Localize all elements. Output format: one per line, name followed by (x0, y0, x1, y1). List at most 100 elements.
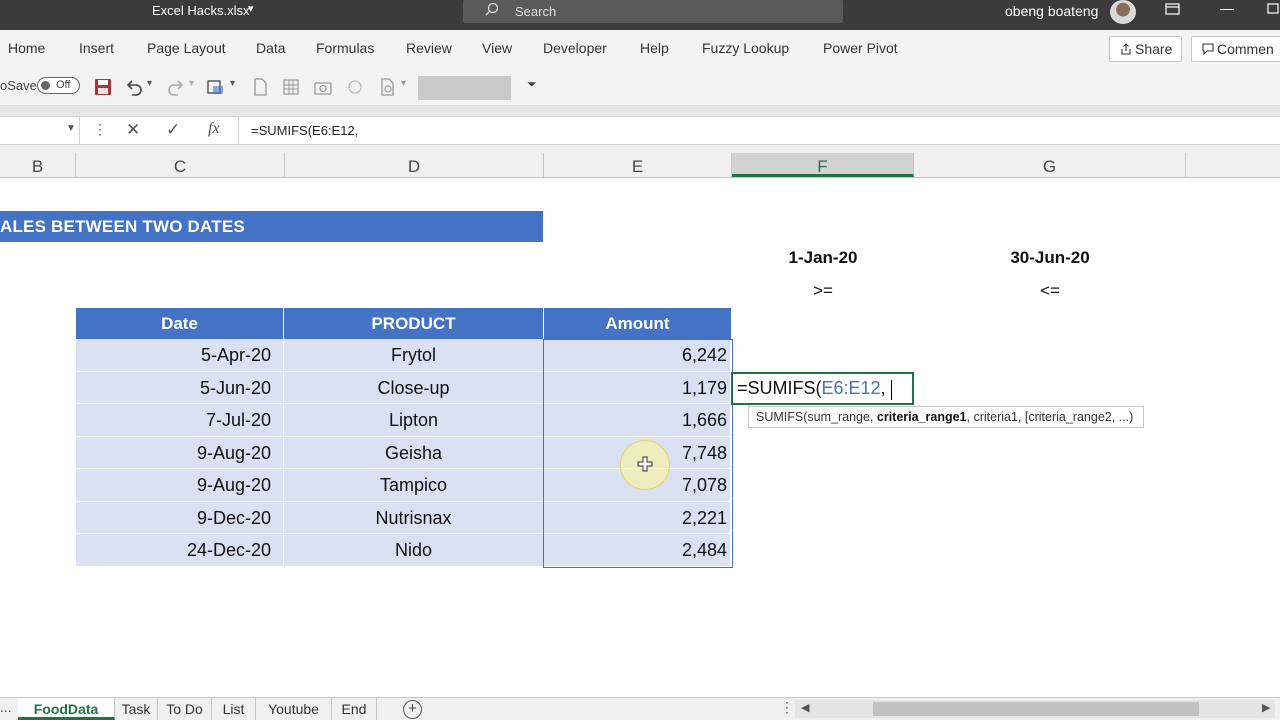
function-argument-tooltip[interactable]: SUMIFS(sum_range, criteria_range1, crite… (748, 406, 1144, 428)
document-icon[interactable] (250, 77, 270, 97)
table-icon[interactable] (281, 77, 301, 97)
workbook-title[interactable]: Excel Hacks.xlsx (152, 3, 250, 18)
column-header-b[interactable]: B (0, 153, 76, 177)
date-cell[interactable]: 5-Jun-20 (76, 371, 284, 404)
date-cell[interactable]: 9-Dec-20 (76, 501, 284, 534)
product-cell[interactable]: Frytol (284, 339, 544, 372)
column-header-d[interactable]: D (285, 153, 544, 177)
end-operator-cell[interactable]: <= (914, 281, 1186, 301)
shapes-icon[interactable] (345, 77, 365, 97)
start-operator-cell[interactable]: >= (732, 281, 914, 301)
autosave-toggle[interactable]: Off (37, 77, 80, 94)
chevron-down-icon[interactable]: ▼ (66, 123, 76, 134)
ribbon-display-icon[interactable] (1165, 2, 1181, 19)
date-cell[interactable]: 24-Dec-20 (76, 534, 284, 567)
end-date-cell[interactable]: 30-Jun-20 (914, 248, 1186, 268)
scroll-left-icon[interactable]: ◀ (801, 701, 809, 714)
tab-view[interactable]: View (482, 40, 512, 56)
product-cell[interactable]: Nido (284, 534, 544, 567)
amount-cell[interactable]: 2,484 (544, 534, 731, 567)
formula-bar-gap (0, 145, 1280, 153)
active-cell-editor[interactable]: =SUMIFS(E6:E12, (731, 372, 914, 405)
more-options-icon[interactable]: ⋮ (780, 699, 794, 716)
scroll-right-icon[interactable]: ▶ (1262, 701, 1270, 714)
undo-dropdown-icon[interactable]: ▾ (147, 78, 152, 89)
product-cell[interactable]: Tampico (284, 469, 544, 502)
column-header-f[interactable]: F (732, 153, 914, 177)
sheet-tab-list[interactable]: List (212, 698, 256, 720)
tab-formulas[interactable]: Formulas (316, 40, 374, 56)
column-header-g[interactable]: G (914, 153, 1186, 177)
user-name[interactable]: obeng boateng (1005, 3, 1098, 19)
maximize-icon[interactable] (1266, 2, 1280, 19)
borders-icon[interactable] (205, 77, 225, 97)
product-cell[interactable]: Nutrisnax (284, 501, 544, 534)
tab-fuzzy-lookup[interactable]: Fuzzy Lookup (702, 40, 789, 56)
column-headers: B C D E F G (0, 153, 1280, 178)
product-cell[interactable]: Geisha (284, 436, 544, 469)
sheet-tab-todo[interactable]: To Do (158, 698, 212, 720)
share-button[interactable]: Share (1109, 36, 1182, 62)
date-cell[interactable]: 9-Aug-20 (76, 436, 284, 469)
undo-icon[interactable] (124, 77, 144, 97)
print-dropdown-icon[interactable]: ▾ (401, 78, 406, 89)
tab-help[interactable]: Help (640, 40, 669, 56)
sheet-tab-youtube[interactable]: Youtube (256, 698, 332, 720)
column-header-h[interactable] (1186, 153, 1280, 177)
amount-cell[interactable]: 2,221 (544, 501, 731, 534)
search-box[interactable]: Search (463, 0, 843, 23)
customize-toolbar-icon[interactable]: ⏷ (527, 77, 537, 92)
banner-title: ALES BETWEEN TWO DATES (0, 217, 245, 236)
sheet-tab-task[interactable]: Task (115, 698, 158, 720)
tab-review[interactable]: Review (406, 40, 452, 56)
tab-home[interactable]: Home (8, 40, 45, 56)
save-icon[interactable] (93, 77, 113, 97)
redo-dropdown-icon[interactable]: ▾ (189, 78, 194, 89)
avatar[interactable] (1110, 0, 1136, 24)
minimize-icon[interactable]: — (1220, 0, 1234, 16)
date-cell[interactable]: 7-Jul-20 (76, 404, 284, 437)
redo-icon[interactable] (166, 77, 186, 97)
tooltip-rest: , criteria1, [criteria_range2, ...) (966, 410, 1134, 424)
print-preview-icon[interactable] (378, 77, 398, 97)
tab-insert[interactable]: Insert (79, 40, 114, 56)
table-header-product[interactable]: PRODUCT (284, 308, 544, 339)
tab-page-layout[interactable]: Page Layout (147, 40, 226, 56)
table-header-amount[interactable]: Amount (544, 308, 731, 339)
cancel-icon[interactable]: ✕ (126, 120, 140, 140)
tab-overflow[interactable]: ... (0, 699, 12, 715)
start-date-cell[interactable]: 1-Jan-20 (732, 248, 914, 268)
column-header-c[interactable]: C (76, 153, 285, 177)
product-cell[interactable]: Close-up (284, 371, 544, 404)
column-header-e[interactable]: E (544, 153, 732, 177)
tab-power-pivot[interactable]: Power Pivot (823, 40, 898, 56)
scrollbar-thumb[interactable] (873, 702, 1199, 716)
camera-icon[interactable] (313, 77, 333, 97)
amount-cell[interactable]: 6,242 (544, 339, 731, 372)
borders-dropdown-icon[interactable]: ▾ (230, 78, 235, 89)
font-combo[interactable] (418, 76, 511, 100)
comments-button[interactable]: Commen (1191, 36, 1280, 62)
insert-function-icon[interactable]: fx (208, 120, 220, 138)
formula-input[interactable]: =SUMIFS(E6:E12, (251, 123, 358, 138)
sheet-tab-fooddata[interactable]: FoodData (18, 698, 115, 720)
search-placeholder: Search (515, 4, 557, 19)
tab-data[interactable]: Data (256, 40, 286, 56)
more-options-icon[interactable]: ⋮ (93, 121, 107, 138)
chevron-down-icon[interactable]: ▾ (248, 2, 254, 15)
sheet-tab-end[interactable]: End (332, 698, 377, 720)
amount-cell[interactable]: 1,179 (544, 371, 731, 404)
enter-icon[interactable]: ✓ (166, 120, 180, 140)
sheet-banner[interactable]: ALES BETWEEN TWO DATES (0, 211, 543, 242)
tab-developer[interactable]: Developer (543, 40, 607, 56)
date-cell[interactable]: 5-Apr-20 (76, 339, 284, 372)
table-header-date[interactable]: Date (76, 308, 284, 339)
horizontal-scrollbar[interactable]: ◀ ▶ (795, 700, 1275, 718)
add-sheet-icon[interactable]: + (403, 700, 422, 719)
date-cell[interactable]: 9-Aug-20 (76, 469, 284, 502)
comment-icon (1202, 43, 1214, 56)
product-cell[interactable]: Lipton (284, 404, 544, 437)
name-box[interactable]: ▼ (0, 117, 80, 144)
amount-cell[interactable]: 1,666 (544, 404, 731, 437)
share-label: Share (1135, 41, 1173, 57)
